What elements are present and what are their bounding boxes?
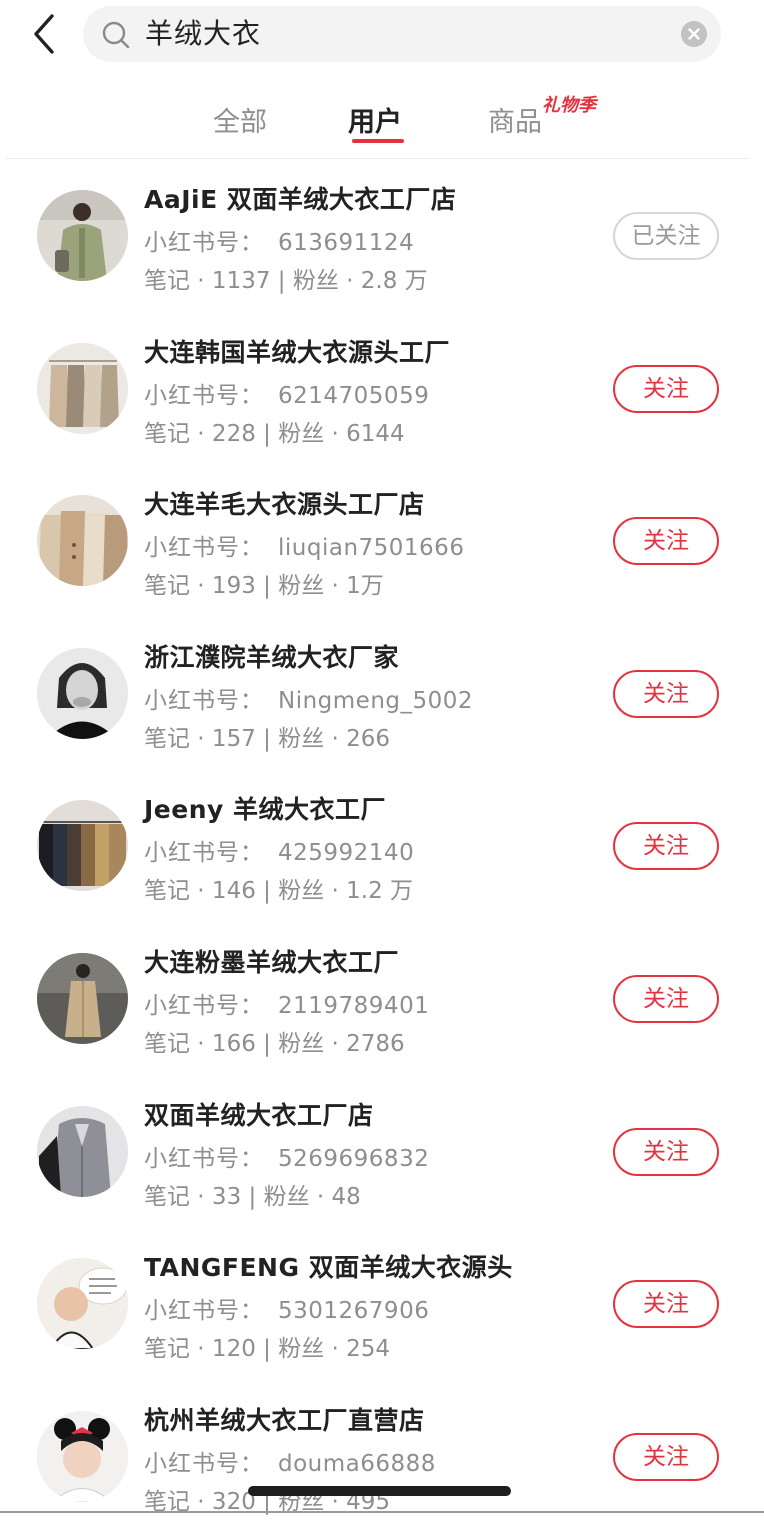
user-id-label: 小红书号：: [144, 1145, 264, 1172]
follow-button[interactable]: 关注: [613, 1280, 719, 1329]
user-id-value: Ningmeng_5002: [278, 687, 474, 714]
avatar[interactable]: [37, 800, 128, 892]
avatar[interactable]: [37, 952, 128, 1044]
user-stats: 笔记 · 33 | 粉丝 · 48: [144, 1183, 361, 1210]
search-header: 羊绒大衣: [0, 0, 764, 70]
chevron-left-icon: [22, 10, 70, 58]
user-list: AaJiE 双面羊绒大衣工厂店 小红书号： 613691124 笔记 · 1137…: [0, 160, 764, 1533]
user-id-label: 小红书号：: [144, 382, 264, 409]
user-id-label: 小红书号：: [144, 1450, 264, 1477]
avatar[interactable]: [37, 495, 128, 587]
follow-button[interactable]: 关注: [613, 974, 719, 1023]
user-id: 小红书号： liuqian7501666: [144, 528, 464, 562]
user-id: 小红书号： 613691124: [144, 223, 414, 257]
tab-goods[interactable]: 商品: [488, 100, 542, 139]
divider: [6, 158, 750, 159]
user-id: 小红书号： 2119789401: [144, 986, 429, 1020]
user-stats: 笔记 · 146 | 粉丝 · 1.2 万: [144, 878, 414, 905]
user-name: 大连羊毛大衣源头工厂店: [144, 490, 425, 520]
user-stats: 笔记 · 157 | 粉丝 · 266: [144, 725, 391, 752]
follow-button[interactable]: 关注: [613, 364, 719, 413]
follow-button[interactable]: 关注: [613, 669, 719, 718]
user-id: 小红书号： 425992140: [144, 833, 414, 867]
user-id: 小红书号： douma66888: [144, 1444, 436, 1478]
avatar[interactable]: [37, 190, 128, 281]
active-tab-indicator: [352, 139, 404, 143]
user-name: AaJiE 双面羊绒大衣工厂店: [144, 185, 457, 214]
divider: [0, 1511, 764, 1513]
user-id: 小红书号： 6214705059: [144, 376, 429, 410]
avatar[interactable]: [37, 1410, 128, 1502]
user-name: 大连韩国羊绒大衣源头工厂: [144, 337, 451, 367]
list-item[interactable]: 浙江濮院羊绒大衣厂家 小红书号： Ningmeng_5002 笔记 · 157 |…: [0, 618, 764, 771]
user-id-value: 5301267906: [278, 1298, 430, 1325]
list-item[interactable]: TANGFENG 双面羊绒大衣源头 小红书号： 5301267906 笔记 · 1…: [0, 1228, 764, 1381]
list-item[interactable]: AaJiE 双面羊绒大衣工厂店 小红书号： 613691124 笔记 · 1137…: [0, 160, 764, 313]
user-name: Jeeny 羊绒大衣工厂: [144, 795, 387, 825]
user-name: 杭州羊绒大衣工厂直营店: [144, 1405, 425, 1435]
user-id-value: liuqian7501666: [278, 535, 465, 562]
user-stats: 笔记 · 228 | 粉丝 · 6144: [144, 420, 405, 447]
avatar[interactable]: [37, 1258, 128, 1350]
tab-badge: 礼物季: [542, 95, 596, 116]
user-stats: 笔记 · 193 | 粉丝 · 1万: [144, 573, 384, 600]
follow-button[interactable]: 关注: [613, 822, 719, 871]
list-item[interactable]: 大连韩国羊绒大衣源头工厂 小红书号： 6214705059 笔记 · 228 | …: [0, 313, 764, 466]
user-id: 小红书号： 5269696832: [144, 1139, 429, 1173]
user-id-value: 6214705059: [278, 382, 430, 409]
search-icon: [101, 20, 131, 50]
user-id-label: 小红书号：: [144, 1298, 264, 1325]
follow-button[interactable]: 关注: [613, 1432, 719, 1481]
avatar[interactable]: [37, 647, 128, 739]
tab-users[interactable]: 用户: [348, 100, 402, 139]
user-name: 双面羊绒大衣工厂店: [144, 1100, 374, 1130]
user-id-value: 2119789401: [278, 992, 430, 1019]
user-stats: 笔记 · 120 | 粉丝 · 254: [144, 1336, 391, 1363]
user-id-label: 小红书号：: [144, 535, 264, 562]
user-id-label: 小红书号：: [144, 840, 264, 867]
following-button[interactable]: 已关注: [613, 212, 719, 260]
user-id: 小红书号： 5301267906: [144, 1291, 429, 1325]
user-id: 小红书号： Ningmeng_5002: [144, 681, 473, 715]
user-id-label: 小红书号：: [144, 992, 264, 1019]
home-indicator: [248, 1486, 511, 1496]
tab-all[interactable]: 全部: [213, 100, 267, 139]
list-item[interactable]: 大连羊毛大衣源头工厂店 小红书号： liuqian7501666 笔记 · 193…: [0, 465, 764, 618]
avatar[interactable]: [37, 1105, 128, 1197]
search-input[interactable]: 羊绒大衣: [83, 6, 721, 62]
user-name: 大连粉墨羊绒大衣工厂: [144, 947, 400, 977]
back-button[interactable]: [22, 10, 70, 58]
avatar[interactable]: [37, 342, 128, 434]
clear-icon[interactable]: [681, 21, 707, 47]
search-query: 羊绒大衣: [145, 17, 262, 50]
user-name: TANGFENG 双面羊绒大衣源头: [144, 1253, 513, 1283]
user-id-value: 5269696832: [278, 1145, 430, 1172]
user-name: 浙江濮院羊绒大衣厂家: [144, 642, 400, 672]
search-tabs: 全部 用户 商品 礼物季: [0, 80, 764, 158]
list-item[interactable]: 双面羊绒大衣工厂店 小红书号： 5269696832 笔记 · 33 | 粉丝 ·…: [0, 1076, 764, 1229]
follow-button[interactable]: 关注: [613, 517, 719, 566]
user-id-label: 小红书号：: [144, 687, 264, 714]
user-id-value: douma66888: [278, 1450, 436, 1477]
user-id-value: 613691124: [278, 230, 415, 256]
list-item[interactable]: Jeeny 羊绒大衣工厂 小红书号： 425992140 笔记 · 146 | 粉…: [0, 770, 764, 923]
user-stats: 笔记 · 1137 | 粉丝 · 2.8 万: [144, 268, 428, 294]
user-id-value: 425992140: [278, 840, 415, 867]
follow-button[interactable]: 关注: [613, 1127, 719, 1176]
user-stats: 笔记 · 166 | 粉丝 · 2786: [144, 1030, 405, 1057]
user-id-label: 小红书号：: [144, 230, 264, 256]
list-item[interactable]: 大连粉墨羊绒大衣工厂 小红书号： 2119789401 笔记 · 166 | 粉丝…: [0, 923, 764, 1076]
